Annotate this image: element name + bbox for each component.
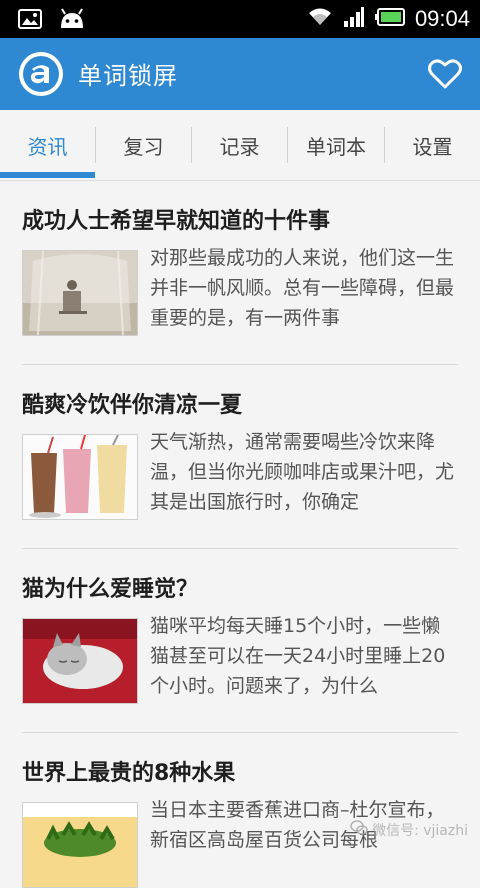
heart-icon bbox=[428, 59, 462, 89]
article-snippet: 猫咪平均每天睡15个小时，一些懒猫甚至可以在一天24小时里睡上20个小时。问题来… bbox=[150, 615, 446, 697]
app-bar: 单词锁屏 bbox=[0, 38, 480, 110]
tab-news[interactable]: 资讯 bbox=[0, 110, 95, 180]
tab-wordbook[interactable]: 单词本 bbox=[288, 110, 384, 180]
watermark: 微信号: vjiazhi bbox=[350, 820, 468, 840]
image-icon bbox=[18, 9, 42, 33]
article-divider bbox=[22, 364, 458, 365]
article-snippet: 当日本主要香蕉进口商–杜尔宣布，新宿区高岛屋百货公司每根 bbox=[150, 799, 445, 851]
tab-records[interactable]: 记录 bbox=[192, 110, 287, 180]
article-thumbnail bbox=[22, 618, 138, 704]
app-title: 单词锁屏 bbox=[78, 62, 178, 90]
battery-icon bbox=[374, 8, 405, 30]
status-time: 09:04 bbox=[414, 6, 470, 31]
article-thumbnail bbox=[22, 802, 138, 888]
article-title: 猫为什么爱睡觉？ bbox=[22, 577, 199, 602]
article-thumbnail bbox=[22, 434, 138, 520]
watermark-text: 微信号: vjiazhi bbox=[372, 823, 468, 839]
app-logo-icon bbox=[18, 51, 64, 97]
article-item[interactable]: 猫为什么爱睡觉？ 猫咪平均每天睡15个小时，一些懒猫甚至可以在一天24小时里睡上… bbox=[22, 571, 458, 733]
article-title: 成功人士希望早就知道的十件事 bbox=[22, 209, 331, 234]
android-icon bbox=[58, 8, 86, 34]
article-divider bbox=[22, 548, 458, 549]
status-bar: 09:04 bbox=[0, 0, 480, 38]
article-item[interactable]: 酷爽冷饮伴你清凉一夏 天气渐热，通常需要喝些冷饮来降温，但当你光顾咖啡店或果汁吧… bbox=[22, 387, 458, 549]
article-title: 世界上最贵的8种水果 bbox=[22, 761, 236, 786]
article-snippet: 天气渐热，通常需要喝些冷饮来降温，但当你光顾咖啡店或果汁吧，尤其是出国旅行时，你… bbox=[150, 431, 455, 513]
article-title: 酷爽冷饮伴你清凉一夏 bbox=[22, 393, 243, 418]
favorite-heart-button[interactable] bbox=[428, 57, 462, 91]
wifi-icon bbox=[307, 7, 333, 31]
article-item[interactable]: 成功人士希望早就知道的十件事 对那些最成功的人来说，他们这一生并非一帆风顺。总有… bbox=[22, 203, 458, 365]
tab-bar: 资讯 复习 记录 单词本 设置 bbox=[0, 110, 480, 181]
wechat-icon bbox=[350, 820, 368, 840]
active-tab-indicator bbox=[0, 172, 95, 178]
signal-icon bbox=[343, 7, 365, 31]
article-snippet: 对那些最成功的人来说，他们这一生并非一帆风顺。总有一些障碍，但最重要的是，有一两… bbox=[150, 247, 455, 329]
article-thumbnail bbox=[22, 250, 138, 336]
tab-settings[interactable]: 设置 bbox=[385, 110, 480, 180]
article-divider bbox=[22, 732, 458, 733]
tab-review[interactable]: 复习 bbox=[96, 110, 191, 180]
